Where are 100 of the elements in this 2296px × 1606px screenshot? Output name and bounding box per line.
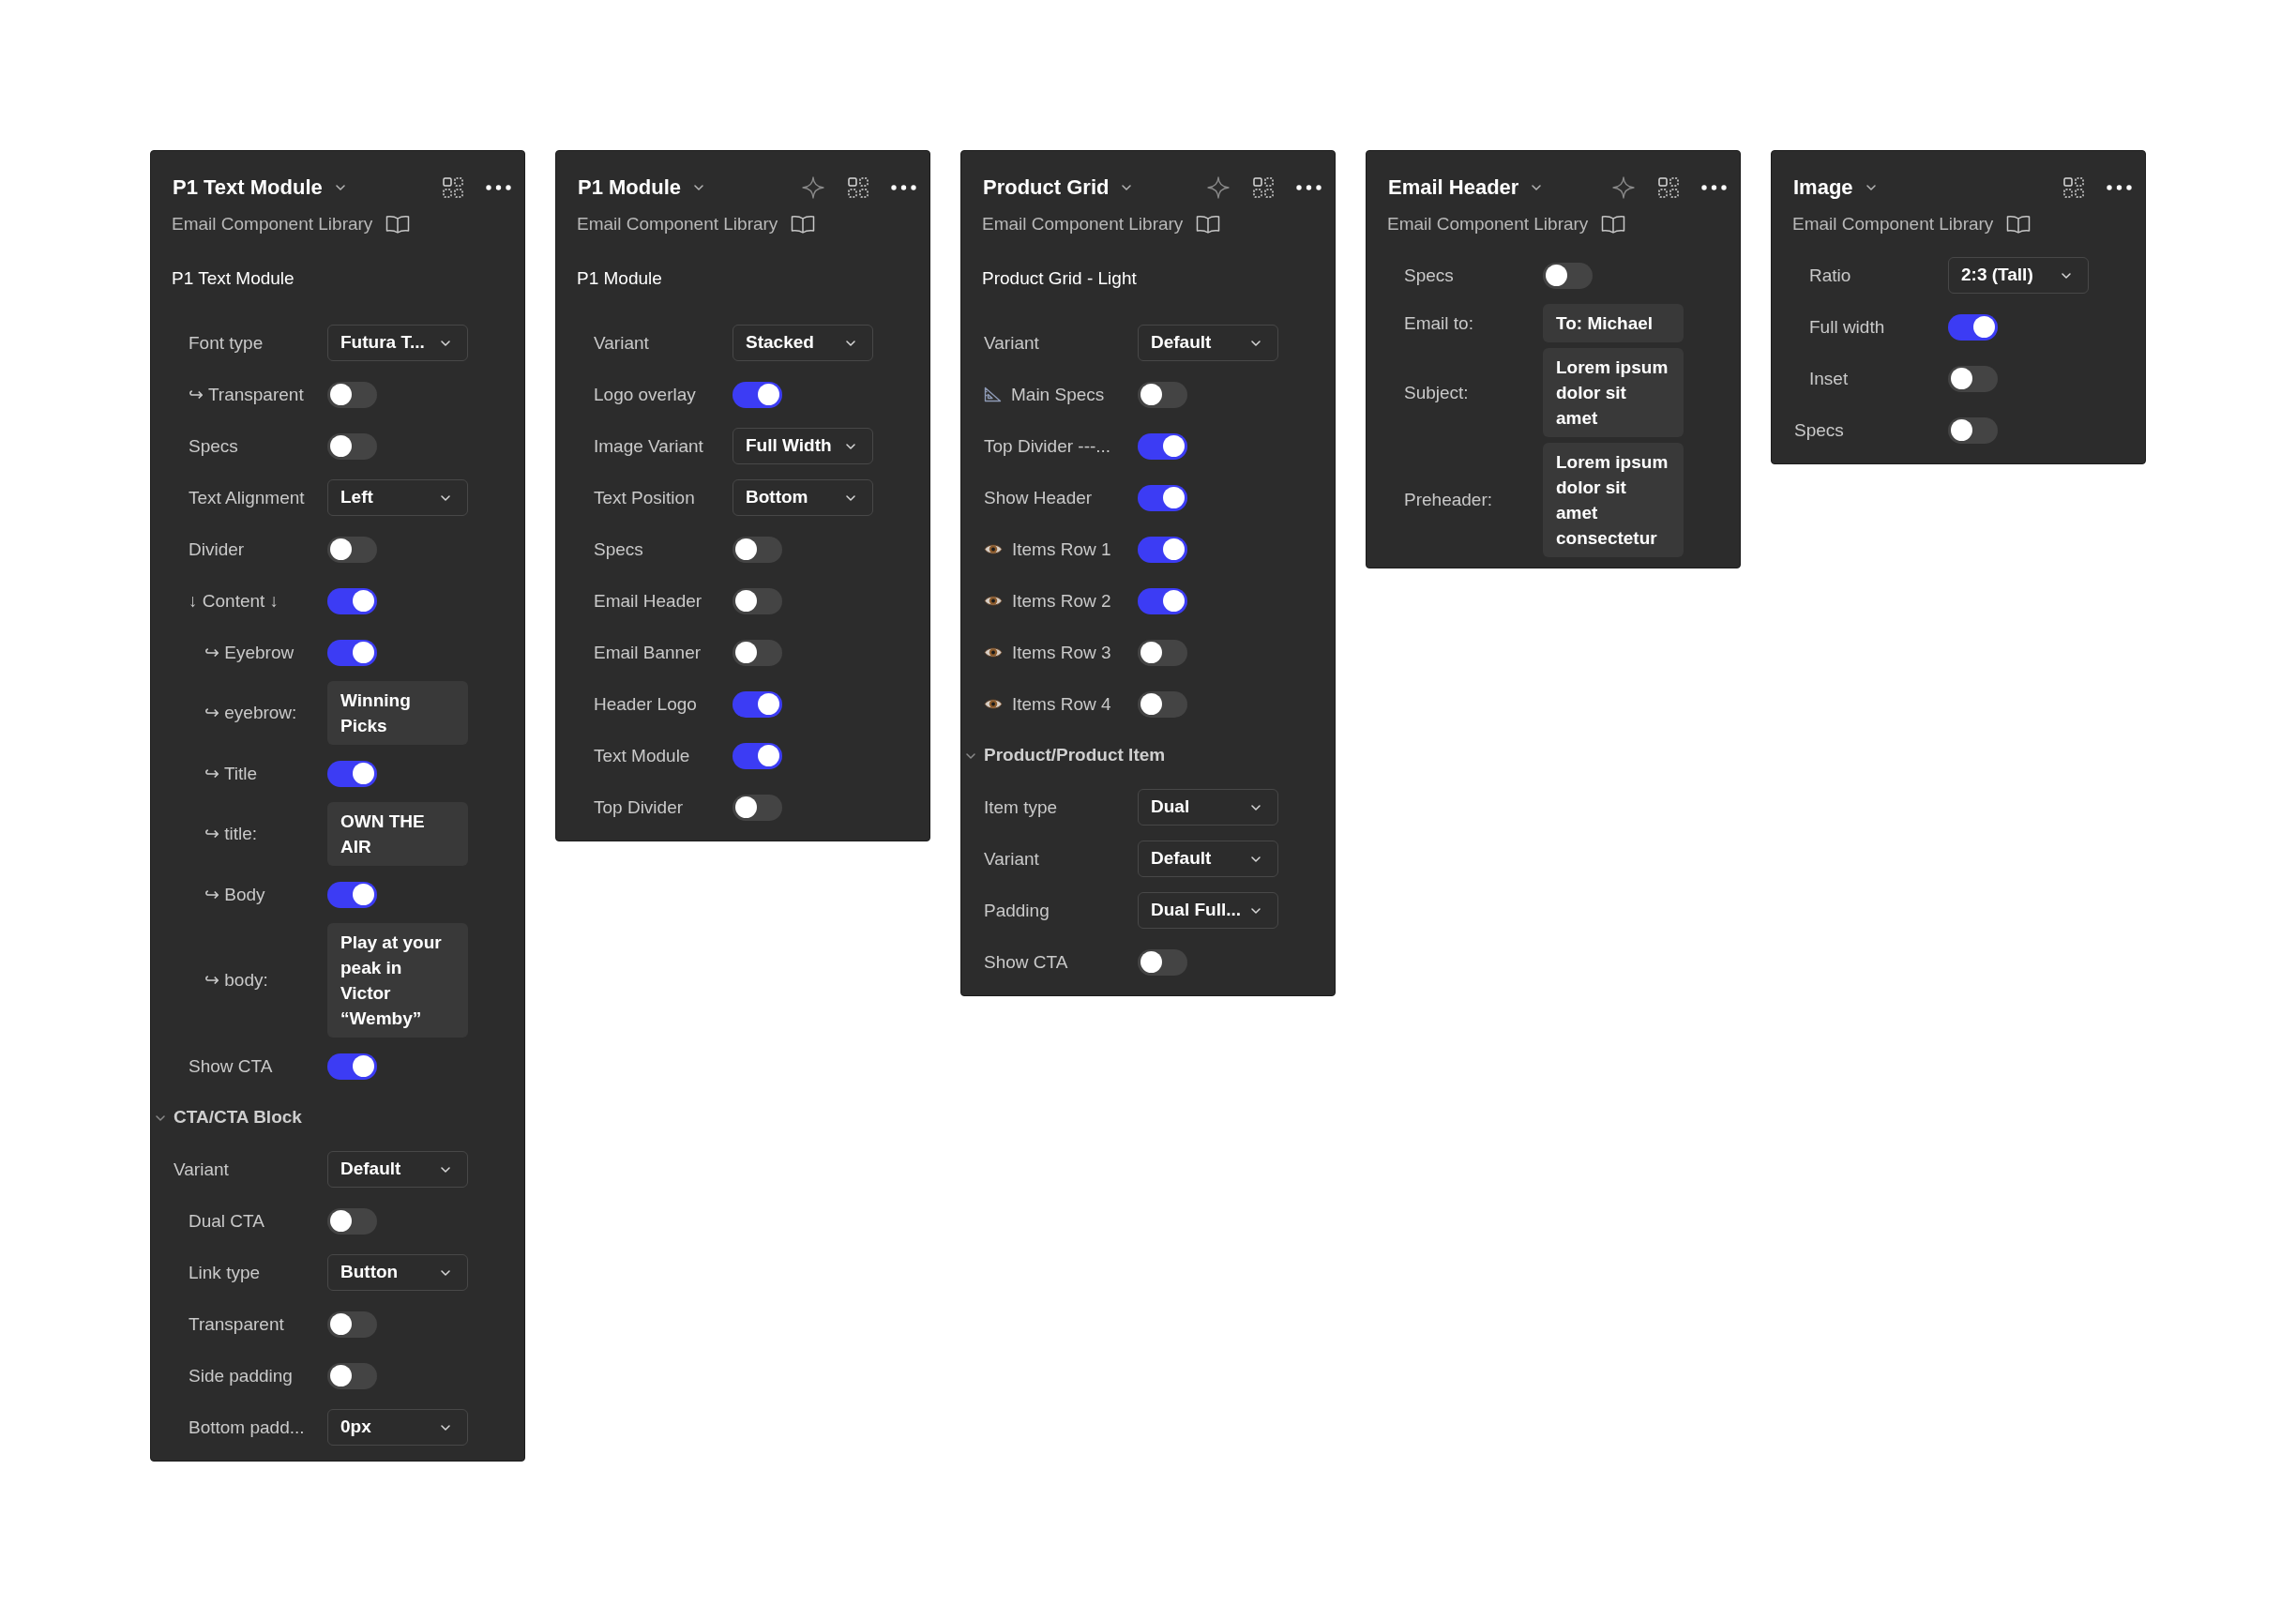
dropdown[interactable]: 2:3 (Tall) — [1948, 257, 2089, 294]
property-label: Full width — [1809, 315, 1885, 339]
property-label: Text Module — [594, 744, 690, 767]
toggle-switch[interactable] — [733, 639, 782, 666]
dropdown[interactable]: Default — [1138, 841, 1278, 877]
text-field[interactable]: Lorem ipsum dolor sit amet consectetur — [1543, 443, 1684, 557]
toggle-switch[interactable] — [327, 881, 377, 908]
text-field[interactable]: To: Michael — [1543, 304, 1684, 342]
section-header[interactable]: CTA/CTA Block — [151, 1104, 302, 1131]
chevron-down-icon — [335, 185, 345, 190]
book-icon[interactable] — [791, 215, 816, 234]
grid-icon[interactable] — [848, 177, 869, 198]
four-point-star-icon[interactable] — [802, 176, 824, 199]
toggle-switch[interactable] — [1138, 536, 1187, 563]
toggle-switch[interactable] — [1138, 484, 1187, 511]
property-label: Variant — [174, 1158, 229, 1181]
dropdown[interactable]: Full Width — [733, 428, 873, 464]
grid-icon[interactable] — [1253, 177, 1274, 198]
more-icon[interactable] — [486, 185, 511, 190]
toggle-switch[interactable] — [733, 587, 782, 614]
dropdown[interactable]: Futura T... — [327, 325, 468, 361]
toggle-switch[interactable] — [1138, 690, 1187, 718]
property-label: Bottom padd... — [189, 1416, 305, 1439]
triangle-ruler-icon — [984, 386, 1002, 402]
four-point-star-icon[interactable] — [1207, 176, 1230, 199]
toggle-switch[interactable] — [733, 381, 782, 408]
property-label: Transparent — [189, 1312, 284, 1336]
dropdown[interactable]: Dual Full... — [1138, 892, 1278, 929]
panel-title: Product Grid — [983, 174, 1110, 201]
toggle-switch[interactable] — [327, 1207, 377, 1235]
dropdown[interactable]: Dual — [1138, 789, 1278, 826]
toggle-switch[interactable] — [733, 690, 782, 718]
chevron-down-icon — [1251, 804, 1261, 811]
property-label: Text Position — [594, 486, 695, 509]
toggle-switch[interactable] — [1138, 948, 1187, 976]
toggle-switch[interactable] — [1948, 417, 1998, 444]
toggle-switch[interactable] — [327, 381, 377, 408]
property-label: Link type — [189, 1261, 261, 1284]
grid-icon[interactable] — [1658, 177, 1679, 198]
toggle-switch[interactable] — [1948, 313, 1998, 341]
chevron-down-icon — [441, 1166, 450, 1173]
toggle-switch[interactable] — [1543, 262, 1593, 289]
toggle-switch[interactable] — [733, 742, 782, 769]
instance-name: P1 Module — [577, 267, 662, 290]
four-point-star-icon[interactable] — [1612, 176, 1635, 199]
book-icon[interactable] — [385, 215, 411, 234]
property-label: Specs — [189, 434, 238, 458]
dropdown[interactable]: Stacked — [733, 325, 873, 361]
toggle-switch[interactable] — [327, 587, 377, 614]
property-label: Show Header — [984, 486, 1093, 509]
chevron-down-icon — [1122, 185, 1132, 190]
chevron-down-icon — [441, 1269, 450, 1276]
dropdown[interactable]: Left — [327, 479, 468, 516]
section-header[interactable]: Product/Product Item — [961, 742, 1166, 769]
toggle-switch[interactable] — [327, 536, 377, 563]
toggle-switch[interactable] — [327, 760, 377, 787]
dropdown[interactable]: Default — [327, 1151, 468, 1188]
property-label: Items Row 2 — [1012, 589, 1111, 613]
chevron-down-icon — [2062, 272, 2071, 279]
property-label: Text Alignment — [189, 486, 305, 509]
book-icon[interactable] — [2006, 215, 2032, 234]
toggle-switch[interactable] — [327, 432, 377, 460]
toggle-switch[interactable] — [327, 1362, 377, 1389]
toggle-switch[interactable] — [733, 794, 782, 821]
chevron-down-icon — [441, 1424, 450, 1431]
toggle-switch[interactable] — [327, 1053, 377, 1080]
property-label: ↪ Title — [204, 762, 258, 785]
more-icon[interactable] — [1296, 185, 1322, 190]
grid-icon[interactable] — [2063, 177, 2084, 198]
more-icon[interactable] — [891, 185, 916, 190]
property-label: Specs — [594, 538, 643, 561]
property-label: Top Divider ---... — [984, 434, 1111, 458]
text-field[interactable]: Winning Picks — [327, 681, 468, 745]
property-label: Items Row 3 — [1012, 641, 1111, 664]
text-field[interactable]: Lorem ipsum dolor sit amet — [1543, 348, 1684, 437]
toggle-switch[interactable] — [1138, 639, 1187, 666]
toggle-switch[interactable] — [1138, 381, 1187, 408]
more-icon[interactable] — [2107, 185, 2132, 190]
toggle-switch[interactable] — [1138, 432, 1187, 460]
book-icon[interactable] — [1196, 215, 1221, 234]
dropdown[interactable]: Bottom — [733, 479, 873, 516]
text-field[interactable]: OWN THE AIR — [327, 802, 468, 866]
more-icon[interactable] — [1701, 185, 1727, 190]
toggle-switch[interactable] — [327, 1311, 377, 1338]
dropdown[interactable]: Button — [327, 1254, 468, 1291]
panel-title: Email Header — [1388, 174, 1519, 201]
dropdown[interactable]: 0px — [327, 1409, 468, 1446]
property-label: Items Row 4 — [1012, 692, 1111, 716]
property-label: ↪ Body — [204, 883, 265, 906]
book-icon[interactable] — [1601, 215, 1626, 234]
toggle-switch[interactable] — [1138, 587, 1187, 614]
text-field[interactable]: Play at your peak in Victor “Wemby” — [327, 923, 468, 1038]
grid-icon[interactable] — [443, 177, 463, 198]
property-label: Dual CTA — [189, 1209, 264, 1233]
library-name: Email Component Library — [1387, 213, 1589, 235]
toggle-switch[interactable] — [1948, 365, 1998, 392]
property-label: Variant — [594, 331, 649, 355]
toggle-switch[interactable] — [733, 536, 782, 563]
toggle-switch[interactable] — [327, 639, 377, 666]
dropdown[interactable]: Default — [1138, 325, 1278, 361]
